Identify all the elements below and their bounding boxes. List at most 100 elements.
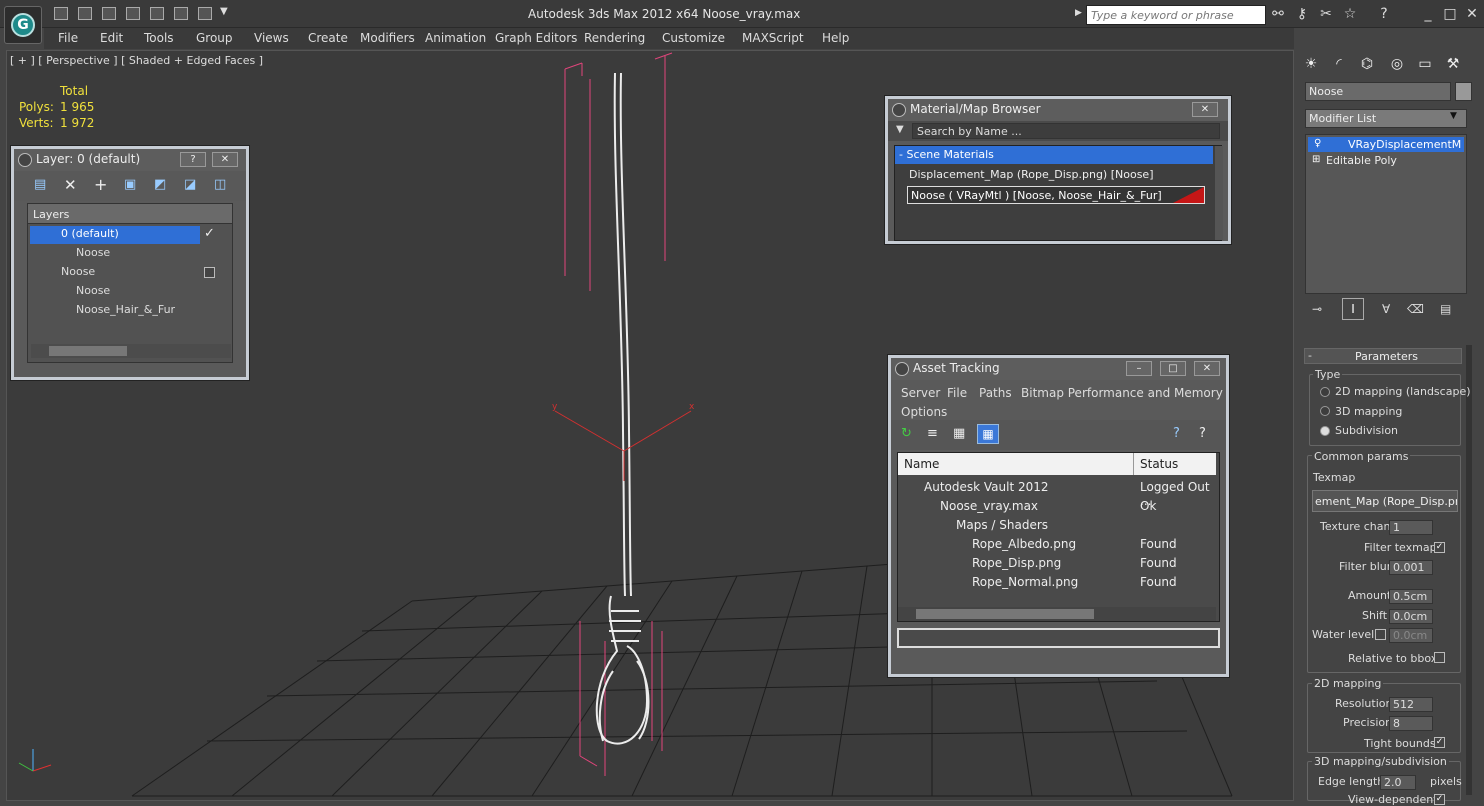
create-layer-icon[interactable]: ▤ <box>34 177 46 192</box>
app-menu-button[interactable]: G <box>4 6 42 44</box>
rollout-collapse-icon[interactable]: - <box>1308 349 1312 362</box>
binoculars-icon[interactable]: ⚯ <box>1270 6 1286 22</box>
hierarchy-tab-icon[interactable]: ⌬ <box>1356 53 1378 75</box>
tools-icon[interactable]: ✂ <box>1318 6 1334 22</box>
refresh-icon[interactable]: ↻ <box>901 426 912 441</box>
table-view-icon[interactable]: ▦ <box>977 424 999 444</box>
qa-dropdown-icon[interactable]: ▼ <box>220 6 228 17</box>
hold-icon[interactable] <box>126 7 140 20</box>
stack-item[interactable]: VRayDisplacementM <box>1348 138 1461 151</box>
material-item[interactable]: Displacement_Map (Rope_Disp.png) [Noose] <box>909 168 1153 181</box>
help-icon[interactable]: ? <box>1376 6 1392 22</box>
hide-all-icon[interactable]: ◪ <box>184 177 196 192</box>
resolution-spinner[interactable]: 512 <box>1389 697 1433 712</box>
pin-stack-icon[interactable]: ⊸ <box>1312 302 1322 316</box>
layer-row-default[interactable]: 0 (default) <box>61 227 119 240</box>
project-icon[interactable] <box>198 7 212 20</box>
menu-customize[interactable]: Customize <box>662 31 725 45</box>
close-icon[interactable]: ✕ <box>1464 6 1480 22</box>
save-icon[interactable] <box>78 7 92 20</box>
redo-icon[interactable] <box>174 7 188 20</box>
filter-blur-spinner[interactable]: 0.001 <box>1389 560 1433 575</box>
vertical-scrollbar[interactable] <box>1215 146 1223 240</box>
menu-animation[interactable]: Animation <box>425 31 486 45</box>
asset-row-name[interactable]: Maps / Shaders <box>956 518 1048 532</box>
menu-help[interactable]: Help <box>822 31 849 45</box>
close-button[interactable]: ✕ <box>1192 102 1218 117</box>
viewport-label[interactable]: [ + ] [ Perspective ] [ Shaded + Edged F… <box>10 54 263 67</box>
search-expand-icon[interactable]: ▶ <box>1075 8 1082 18</box>
radio-2d[interactable] <box>1320 387 1330 397</box>
menu-maxscript[interactable]: MAXScript <box>742 31 804 45</box>
motion-tab-icon[interactable]: ◎ <box>1386 53 1408 75</box>
freeze-all-icon[interactable]: ◫ <box>214 177 226 192</box>
minimize-icon[interactable]: _ <box>1420 6 1436 22</box>
modifier-list-dropdown[interactable]: Modifier List <box>1305 109 1467 128</box>
horizontal-scrollbar[interactable] <box>31 344 231 358</box>
close-button[interactable]: ✕ <box>1194 361 1220 376</box>
close-button[interactable]: ✕ <box>212 152 238 167</box>
menu-create[interactable]: Create <box>308 31 348 45</box>
help-icon[interactable]: ? <box>1173 426 1180 441</box>
menu-tools[interactable]: Tools <box>144 31 174 45</box>
stack-item[interactable]: Editable Poly <box>1326 154 1397 167</box>
current-layer-check[interactable]: ✓ <box>204 226 215 241</box>
layer-row-noose[interactable]: Noose <box>61 265 95 278</box>
delete-layer-icon[interactable]: ✕ <box>64 176 77 194</box>
key-icon[interactable]: ⚷ <box>1294 6 1310 22</box>
scrollbar-thumb[interactable] <box>916 609 1094 619</box>
menu-options[interactable]: Options <box>901 405 947 419</box>
open-icon[interactable] <box>54 7 68 20</box>
remove-modifier-icon[interactable]: ⌫ <box>1407 302 1424 316</box>
maximize-icon[interactable]: □ <box>1442 6 1458 22</box>
menu-file[interactable]: File <box>58 31 78 45</box>
select-objects-icon[interactable]: ▣ <box>124 177 136 192</box>
view-dependent-checkbox[interactable]: ✓ <box>1434 794 1445 805</box>
horizontal-scrollbar[interactable] <box>898 607 1216 621</box>
asset-row-name[interactable]: Noose_vray.max <box>940 499 1038 513</box>
texmap-button[interactable]: ement_Map (Rope_Disp.png) <box>1312 490 1458 512</box>
panel-scrollbar[interactable] <box>1466 345 1472 795</box>
asset-path-field[interactable] <box>897 628 1220 648</box>
scene-materials-header[interactable]: - Scene Materials <box>895 146 1213 164</box>
menu-file[interactable]: File <box>947 386 967 400</box>
filter-texmap-checkbox[interactable]: ✓ <box>1434 542 1445 553</box>
context-help-icon[interactable]: ? <box>1199 426 1206 441</box>
search-input[interactable]: Type a keyword or phrase <box>1086 5 1266 25</box>
scrollbar-thumb[interactable] <box>49 346 127 356</box>
list-view-icon[interactable]: ≡ <box>927 426 938 441</box>
new-icon[interactable] <box>102 7 116 20</box>
menu-rendering[interactable]: Rendering <box>584 31 645 45</box>
menu-edit[interactable]: Edit <box>100 31 123 45</box>
show-end-result-icon[interactable]: I <box>1342 298 1364 320</box>
radio-subdivision[interactable] <box>1320 426 1330 436</box>
tree-view-icon[interactable]: ▦ <box>953 426 965 441</box>
column-status[interactable]: Status <box>1134 453 1216 475</box>
menu-group[interactable]: Group <box>196 31 233 45</box>
relative-bbox-checkbox[interactable] <box>1434 652 1445 663</box>
material-search-input[interactable]: Search by Name ... <box>912 123 1220 139</box>
light-bulb-icon[interactable]: ♀ <box>1314 138 1321 149</box>
help-button[interactable]: ? <box>180 152 206 167</box>
undo-icon[interactable] <box>150 7 164 20</box>
asset-row-name[interactable]: Rope_Normal.png <box>972 575 1078 589</box>
minimize-button[interactable]: – <box>1126 361 1152 376</box>
layer-current-box[interactable] <box>204 267 215 278</box>
menu-views[interactable]: Views <box>254 31 289 45</box>
layer-object-row[interactable]: Noose_Hair_&_Fur <box>76 303 175 316</box>
tight-bounds-checkbox[interactable]: ✓ <box>1434 737 1445 748</box>
asset-tracking-titlebar[interactable]: Asset Tracking – □ ✕ <box>891 358 1226 380</box>
layer-window-titlebar[interactable]: Layer: 0 (default) ? ✕ <box>14 149 246 171</box>
radio-3d[interactable] <box>1320 406 1330 416</box>
modify-tab-icon[interactable]: ◜ <box>1328 53 1350 75</box>
display-tab-icon[interactable]: ▭ <box>1414 53 1436 75</box>
asset-row-name[interactable]: Rope_Disp.png <box>972 556 1061 570</box>
water-level-checkbox[interactable] <box>1375 629 1386 640</box>
menu-modifiers[interactable]: Modifiers <box>360 31 415 45</box>
expand-icon[interactable]: ⊞ <box>1312 154 1320 165</box>
asset-row-name[interactable]: Autodesk Vault 2012 <box>924 480 1049 494</box>
shift-spinner[interactable]: 0.0cm <box>1389 609 1433 624</box>
amount-spinner[interactable]: 0.5cm <box>1389 589 1433 604</box>
object-color-swatch[interactable] <box>1455 82 1472 101</box>
add-to-layer-icon[interactable]: + <box>94 175 107 194</box>
